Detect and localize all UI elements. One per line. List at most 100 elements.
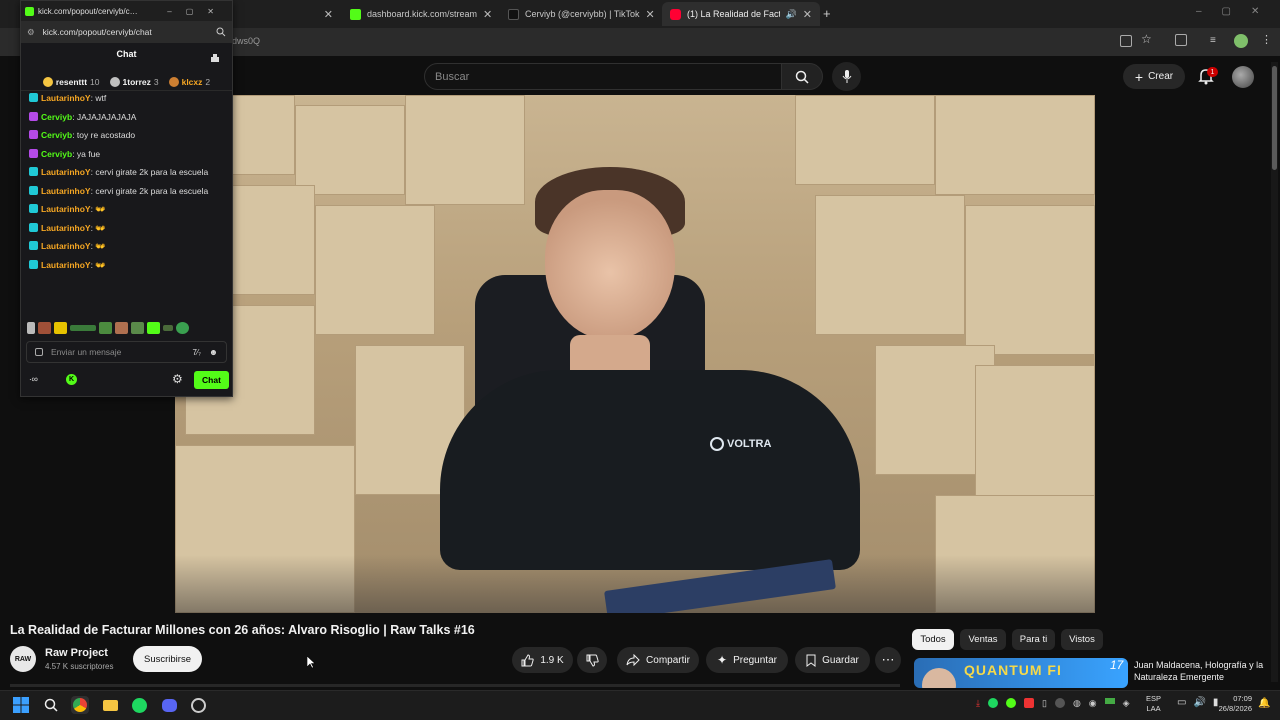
speaker-icon[interactable]: 🔊 — [786, 9, 797, 20]
filter-todos[interactable]: Todos — [912, 629, 954, 650]
like-button[interactable]: 1.9 K — [512, 647, 573, 673]
channel-avatar[interactable]: RAW — [10, 646, 36, 672]
notification-center-icon[interactable]: 🔔 — [1258, 698, 1270, 709]
close-tab-icon[interactable]: ✕ — [646, 8, 655, 21]
channel-name[interactable]: Raw Project — [45, 647, 108, 659]
ask-button[interactable]: ✦ Preguntar — [706, 647, 788, 673]
chat-username[interactable]: LautarinhoY — [41, 93, 91, 103]
recommended-video-thumbnail[interactable]: QUANTUM FI 17 — [914, 658, 1128, 688]
search-input[interactable]: Buscar — [424, 63, 782, 90]
chat-message[interactable]: LautarinhoY: 👐 — [29, 222, 227, 235]
new-tab-button[interactable]: + — [823, 6, 831, 21]
filter-vistos[interactable]: Vistos — [1061, 629, 1103, 650]
chat-settings-gear-icon[interactable]: ⚙ — [172, 372, 183, 386]
window-controls[interactable]: –▢✕ — [1196, 6, 1279, 17]
emote-icon[interactable] — [131, 322, 144, 334]
popup-url-bar[interactable]: ⚙ kick.com/popout/cerviyb/chat — [21, 21, 232, 43]
chat-username[interactable]: LautarinhoY — [41, 241, 91, 251]
chat-message[interactable]: Cerviyb: JAJAJAJAJAJA — [29, 111, 227, 124]
leaderboard-entry[interactable]: klcxz 2 — [168, 76, 210, 87]
more-actions-button[interactable]: ⋯ — [875, 647, 901, 673]
chat-username[interactable]: LautarinhoY — [41, 167, 91, 177]
leaderboard-entry[interactable]: 1torrez 3 — [109, 76, 159, 87]
close-tab-icon[interactable]: ✕ — [803, 8, 812, 21]
users-icon[interactable] — [210, 53, 220, 63]
kick-points-icon[interactable]: ∙∞ — [29, 374, 38, 384]
file-explorer-icon[interactable] — [101, 696, 119, 714]
scrollbar-thumb[interactable] — [1272, 66, 1277, 170]
chat-message[interactable]: Cerviyb: toy re acostado — [29, 130, 227, 142]
chat-username[interactable]: Cerviyb — [41, 112, 72, 122]
steam-tray-icon[interactable]: ◍ — [1073, 698, 1081, 709]
filter-ventas[interactable]: Ventas — [960, 629, 1006, 650]
emote-icon[interactable] — [38, 322, 51, 334]
tab-kick-dashboard[interactable]: dashboard.kick.com/stream ✕ — [342, 2, 497, 26]
kick-logo-icon[interactable]: K — [66, 374, 77, 385]
chat-username[interactable]: LautarinhoY — [41, 260, 91, 270]
share-button[interactable]: Compartir — [617, 647, 699, 673]
emoji-picker-icon[interactable]: ☻ — [209, 347, 218, 357]
subscribe-button[interactable]: Suscribirse — [133, 646, 202, 672]
site-settings-icon[interactable]: ⚙ — [27, 27, 35, 38]
cast-icon[interactable] — [1120, 35, 1132, 47]
popup-window-controls[interactable]: –▢✕ — [167, 7, 228, 16]
chat-username[interactable]: LautarinhoY — [41, 186, 91, 196]
chat-message-input[interactable]: Enviar un mensaje 7⁄₇ ☻ — [26, 341, 227, 363]
emote-icon[interactable] — [70, 325, 96, 331]
chat-username[interactable]: Cerviyb — [41, 130, 72, 140]
emote-icon[interactable] — [27, 322, 35, 334]
chat-message[interactable]: LautarinhoY: 👐 — [29, 204, 227, 216]
video-player[interactable]: VOLTRA — [175, 95, 1095, 613]
taskbar-search-icon[interactable] — [42, 696, 60, 714]
spotify-taskbar-icon[interactable] — [130, 696, 148, 714]
tab-youtube-video[interactable]: (1) La Realidad de Facturar M 🔊 ✕ — [662, 2, 820, 26]
emote-icon[interactable] — [115, 322, 128, 334]
chat-username[interactable]: Cerviyb — [41, 149, 72, 159]
battery-tray-icon[interactable] — [1104, 698, 1115, 704]
bookmark-star-icon[interactable]: ☆ — [1141, 32, 1152, 46]
chrome-taskbar-icon[interactable] — [71, 696, 89, 714]
recommended-video-title[interactable]: Juan Maldacena, Holografía y la Naturale… — [1134, 659, 1274, 683]
chat-username[interactable]: LautarinhoY — [41, 223, 91, 233]
chat-info-icon[interactable] — [35, 348, 43, 356]
chat-username[interactable]: LautarinhoY — [41, 204, 91, 214]
input-language-indicator[interactable]: ESP LAA — [1146, 694, 1161, 714]
spotify-tray-icon[interactable] — [987, 698, 998, 708]
download-icon[interactable]: ⤓ — [976, 698, 980, 709]
dislike-button[interactable] — [577, 647, 607, 673]
chat-message[interactable]: LautarinhoY: wtf — [29, 93, 227, 105]
tab-kick-popout-bg[interactable]: ✕ — [236, 2, 341, 26]
chat-message[interactable]: LautarinhoY: 👐 — [29, 259, 227, 272]
emote-icon[interactable] — [147, 322, 160, 334]
chat-message-list[interactable]: LautarinhoY: wtf Cerviyb: JAJAJAJAJAJA Cer… — [29, 93, 227, 315]
discord-tray-icon[interactable]: ◉ — [1089, 698, 1097, 709]
url-text[interactable]: dws0Q — [232, 36, 260, 46]
close-tab-icon[interactable]: ✕ — [324, 8, 333, 21]
chat-message[interactable]: LautarinhoY: cervi girate 2k para la esc… — [29, 185, 227, 198]
search-button[interactable] — [781, 63, 823, 90]
profile-icon[interactable] — [1234, 34, 1248, 48]
save-button[interactable]: Guardar — [795, 647, 870, 673]
account-avatar[interactable] — [1232, 66, 1254, 88]
windows-start-icon[interactable] — [12, 696, 30, 714]
steam-taskbar-icon[interactable] — [189, 696, 207, 714]
chat-message[interactable]: LautarinhoY: cervi girate 2k para la esc… — [29, 167, 227, 179]
chat-message[interactable]: Cerviyb: ya fue — [29, 148, 227, 161]
emote-icon[interactable] — [99, 322, 112, 334]
send-chat-button[interactable]: Chat — [194, 371, 229, 389]
search-icon[interactable] — [216, 27, 226, 37]
media-control-icon[interactable]: ≡ — [1210, 35, 1216, 46]
create-button[interactable]: + Crear — [1123, 64, 1185, 89]
discord-taskbar-icon[interactable] — [160, 696, 178, 714]
obs-tray-icon[interactable] — [1023, 698, 1034, 708]
shield-tray-icon[interactable]: ◈ — [1123, 698, 1130, 709]
kick-tray-icon[interactable] — [1005, 698, 1016, 708]
tab-tiktok[interactable]: Cerviyb (@cerviybb) | TikTok ✕ — [500, 2, 660, 26]
emote-icon[interactable] — [54, 322, 67, 334]
taskbar-clock[interactable]: 07:09 26/8/2026 — [1212, 694, 1252, 714]
emote-icon[interactable] — [176, 322, 189, 334]
emote-icon[interactable] — [163, 325, 173, 331]
usb-icon[interactable]: ▯ — [1042, 698, 1047, 709]
browser-menu-icon[interactable]: ⋮ — [1261, 33, 1272, 46]
app-tray-icon[interactable] — [1054, 698, 1065, 708]
